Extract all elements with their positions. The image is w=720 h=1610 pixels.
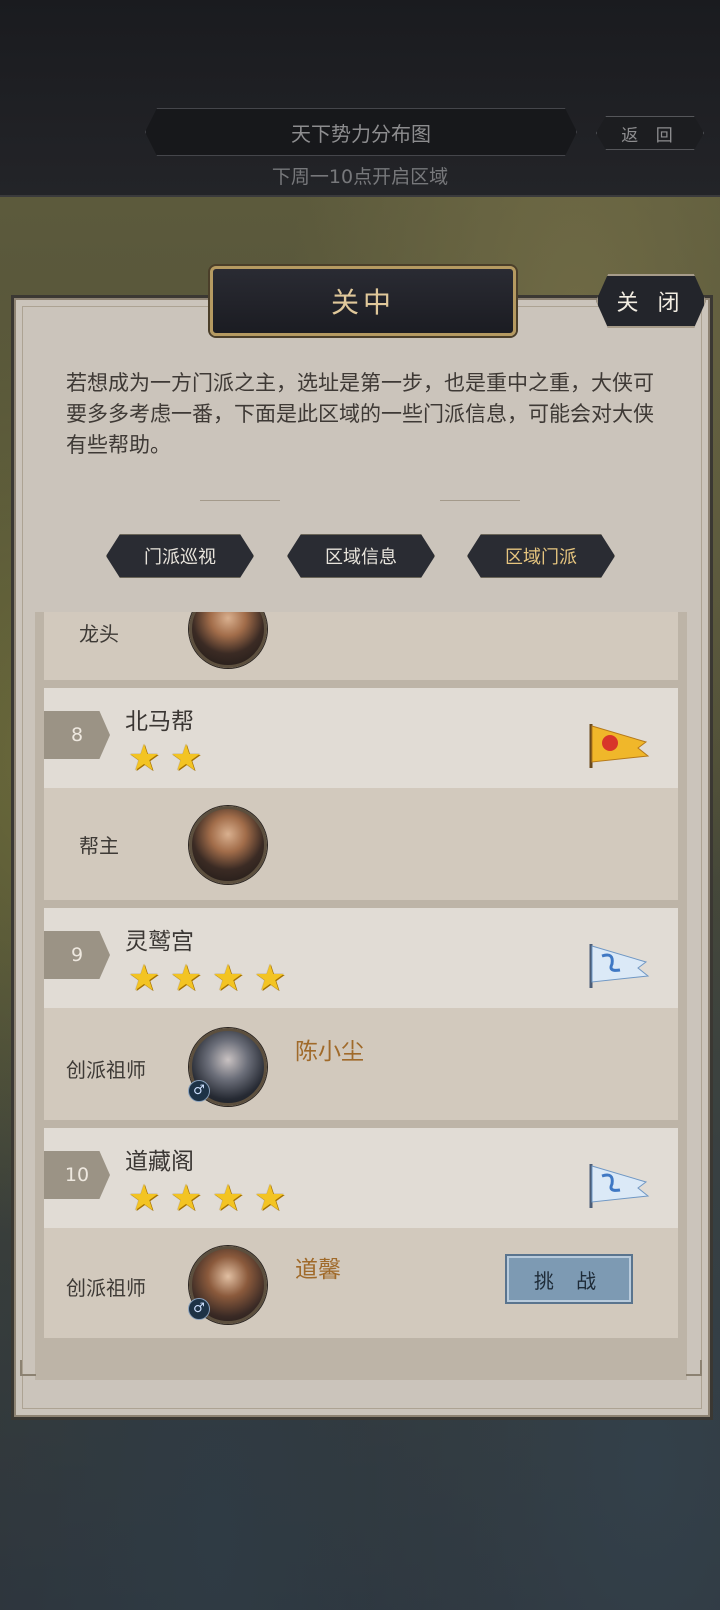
star-icon: ★	[211, 958, 245, 999]
master-avatar[interactable]	[189, 806, 267, 884]
rank-badge: 8	[44, 711, 110, 759]
list-item[interactable]: 10 道藏阁 ★ ★ ★ ★	[44, 1128, 678, 1228]
map-title: 天下势力分布图	[145, 108, 577, 156]
panel-corner-ornament	[20, 1360, 36, 1376]
back-button[interactable]: 返 回	[596, 116, 704, 150]
list-item-detail: 帮主	[44, 788, 678, 900]
star-rating: ★ ★ ★ ★	[125, 960, 289, 1000]
male-gender-icon: ♂	[188, 1298, 210, 1320]
star-icon: ★	[169, 958, 203, 999]
star-icon: ★	[127, 958, 161, 999]
panel-tabs: 门派巡视 区域信息 区域门派	[0, 534, 720, 578]
schedule-notice-prefix: 下周一10点开启	[271, 166, 411, 188]
star-icon: ★	[127, 1178, 161, 1219]
ornamental-divider	[200, 496, 520, 506]
challenge-button[interactable]: 挑 战	[505, 1254, 633, 1304]
schedule-notice: 下周一10点开启区域	[0, 162, 720, 189]
region-title: 关中	[210, 266, 516, 336]
list-item: 龙头	[44, 612, 678, 680]
star-rating: ★ ★	[125, 740, 205, 780]
rank-badge: 10	[44, 1151, 110, 1199]
star-icon: ★	[253, 1178, 287, 1219]
master-name: 道馨	[295, 1257, 341, 1283]
star-icon: ★	[169, 1178, 203, 1219]
yellow-flag-icon	[589, 724, 650, 768]
list-item-detail: 创派祖师 ♂ 陈小尘	[44, 1008, 678, 1120]
schedule-notice-suffix: 区域	[410, 166, 449, 188]
master-avatar[interactable]	[189, 612, 267, 668]
region-description: 若想成为一方门派之主，选址是第一步，也是重中之重，大侠可要多多考虑一番，下面是此…	[66, 371, 654, 457]
blue-dragon-flag-icon	[589, 1164, 650, 1208]
sect-role: 帮主	[79, 834, 119, 858]
list-item-detail: 创派祖师 ♂ 道馨 挑 战	[44, 1228, 678, 1338]
star-rating: ★ ★ ★ ★	[125, 1180, 289, 1220]
star-icon: ★	[253, 958, 287, 999]
rank-badge: 9	[44, 931, 110, 979]
sect-list[interactable]: 龙头 8 北马帮 ★ ★ 帮主 9 灵鹫宫 ★ ★ ★ ★ 创派祖师 ♂ 陈小尘…	[35, 612, 687, 1380]
list-item[interactable]: 8 北马帮 ★ ★	[44, 688, 678, 788]
master-name: 陈小尘	[295, 1039, 364, 1065]
star-icon: ★	[211, 1178, 245, 1219]
panel-corner-ornament	[686, 1360, 702, 1376]
sect-name: 灵鹫宫	[125, 929, 194, 955]
tab-region-info[interactable]: 区域信息	[287, 534, 435, 578]
sect-name: 道藏阁	[125, 1149, 194, 1175]
sect-role: 龙头	[79, 622, 119, 646]
list-item[interactable]: 9 灵鹫宫 ★ ★ ★ ★	[44, 908, 678, 1008]
sect-name: 北马帮	[125, 709, 194, 735]
tab-sect-patrol[interactable]: 门派巡视	[106, 534, 254, 578]
star-icon: ★	[127, 738, 161, 779]
blue-dragon-flag-icon	[589, 944, 650, 988]
close-button[interactable]: 关 闭	[596, 274, 706, 328]
star-icon: ★	[169, 738, 203, 779]
tab-region-sects[interactable]: 区域门派	[467, 534, 615, 578]
sect-role: 创派祖师	[66, 1058, 146, 1082]
male-gender-icon: ♂	[188, 1080, 210, 1102]
sect-role: 创派祖师	[66, 1276, 146, 1300]
